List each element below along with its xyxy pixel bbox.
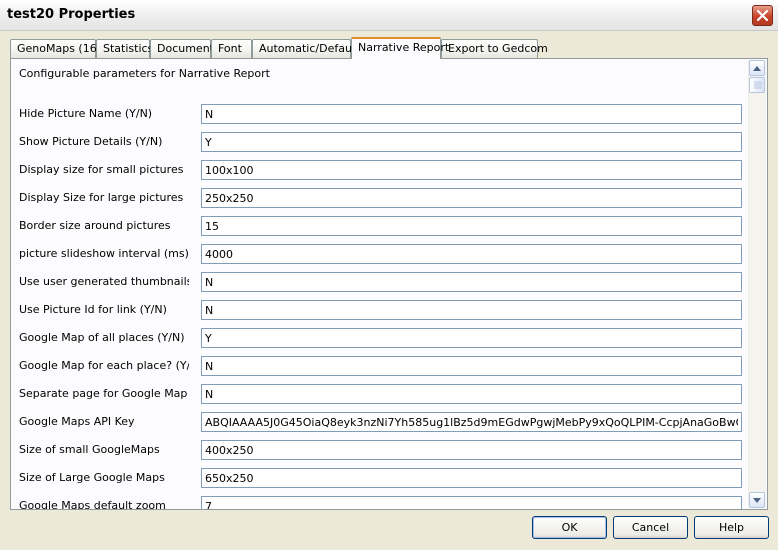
field-label: Display Size for large pictures [19, 191, 184, 204]
hide-picture-name-input[interactable] [201, 104, 742, 124]
field-row-small-map-size: Size of small GoogleMaps [11, 440, 751, 460]
title-bar[interactable]: test20 Properties [0, 0, 778, 31]
map-default-zoom-input[interactable] [201, 496, 742, 509]
small-picture-size-input[interactable] [201, 160, 742, 180]
cancel-button[interactable]: Cancel [613, 516, 688, 539]
field-label: Size of Large Google Maps [19, 471, 165, 484]
show-picture-details-input[interactable] [201, 132, 742, 152]
field-label: Use Picture Id for link (Y/N) [19, 303, 167, 316]
close-icon [757, 10, 768, 21]
grip-icon [754, 81, 762, 89]
scroll-up-button[interactable] [749, 60, 765, 76]
scroll-down-button[interactable] [749, 492, 765, 508]
field-label: Separate page for Google Map ... [19, 387, 189, 400]
field-label: Google Map for each place? (Y/N) [19, 359, 189, 372]
border-size-input[interactable] [201, 216, 742, 236]
tab-label: Automatic/Default [259, 42, 360, 55]
tab-label: Narrative Report [358, 41, 450, 54]
field-label: Google Maps API Key [19, 415, 135, 428]
maps-api-key-input[interactable] [201, 412, 742, 432]
separate-map-page-input[interactable] [201, 384, 742, 404]
field-row-user-thumbnails: Use user generated thumbnails [11, 272, 751, 292]
tab-document[interactable]: Document [150, 39, 214, 58]
field-label: picture slideshow interval (ms) [19, 247, 189, 260]
field-label: Hide Picture Name (Y/N) [19, 107, 153, 120]
field-row-show-picture-details: Show Picture Details (Y/N) [11, 132, 751, 152]
field-row-large-map-size: Size of Large Google Maps [11, 468, 751, 488]
tab-font[interactable]: Font [211, 39, 252, 58]
field-label: Size of small GoogleMaps [19, 443, 160, 456]
tab-label: Export to Gedcom [448, 42, 548, 55]
panel-heading: Configurable parameters for Narrative Re… [19, 67, 270, 80]
arrow-up-icon [753, 65, 761, 71]
tab-label: Statistics [103, 42, 154, 55]
field-row-hide-picture-name: Hide Picture Name (Y/N) [11, 104, 751, 124]
field-row-separate-map-page: Separate page for Google Map ... [11, 384, 751, 404]
vertical-scrollbar[interactable] [748, 60, 766, 508]
close-button[interactable] [752, 5, 773, 26]
field-row-map-each-place: Google Map for each place? (Y/N) [11, 356, 751, 376]
help-button[interactable]: Help [694, 516, 769, 539]
tab-label: Document [157, 42, 214, 55]
window-title: test20 Properties [7, 7, 136, 22]
map-all-places-input[interactable] [201, 328, 742, 348]
tab-automatic-default[interactable]: Automatic/Default [252, 39, 359, 58]
field-row-border-size: Border size around pictures [11, 216, 751, 236]
field-label: Use user generated thumbnails [19, 275, 189, 288]
slideshow-interval-input[interactable] [201, 244, 742, 264]
large-map-size-input[interactable] [201, 468, 742, 488]
large-picture-size-input[interactable] [201, 188, 742, 208]
field-label: Display size for small pictures [19, 163, 184, 176]
field-row-map-all-places: Google Map of all places (Y/N) [11, 328, 751, 348]
field-row-small-picture-size: Display size for small pictures [11, 160, 751, 180]
field-label: Google Maps default zoom [19, 499, 166, 510]
tab-genomaps[interactable]: GenoMaps (16) [10, 39, 101, 58]
ok-button[interactable]: OK [532, 516, 607, 539]
field-row-maps-api-key: Google Maps API Key [11, 412, 751, 432]
arrow-down-icon [753, 497, 761, 503]
field-row-slideshow-interval: picture slideshow interval (ms) [11, 244, 751, 264]
field-label: Google Map of all places (Y/N) [19, 331, 185, 344]
field-label: Border size around pictures [19, 219, 171, 232]
tab-narrative-report[interactable]: Narrative Report [351, 37, 449, 59]
tab-label: Font [218, 42, 242, 55]
field-row-map-default-zoom: Google Maps default zoom [11, 496, 751, 510]
tab-statistics[interactable]: Statistics [96, 39, 154, 58]
tab-label: GenoMaps (16) [17, 42, 102, 55]
small-map-size-input[interactable] [201, 440, 742, 460]
field-row-picture-id-link: Use Picture Id for link (Y/N) [11, 300, 751, 320]
scroll-thumb[interactable] [749, 77, 765, 93]
picture-id-link-input[interactable] [201, 300, 742, 320]
narrative-report-panel: Configurable parameters for Narrative Re… [10, 58, 768, 510]
field-row-large-picture-size: Display Size for large pictures [11, 188, 751, 208]
map-each-place-input[interactable] [201, 356, 742, 376]
field-label: Show Picture Details (Y/N) [19, 135, 163, 148]
tab-export-to-gedcom[interactable]: Export to Gedcom [441, 39, 548, 58]
user-thumbnails-input[interactable] [201, 272, 742, 292]
